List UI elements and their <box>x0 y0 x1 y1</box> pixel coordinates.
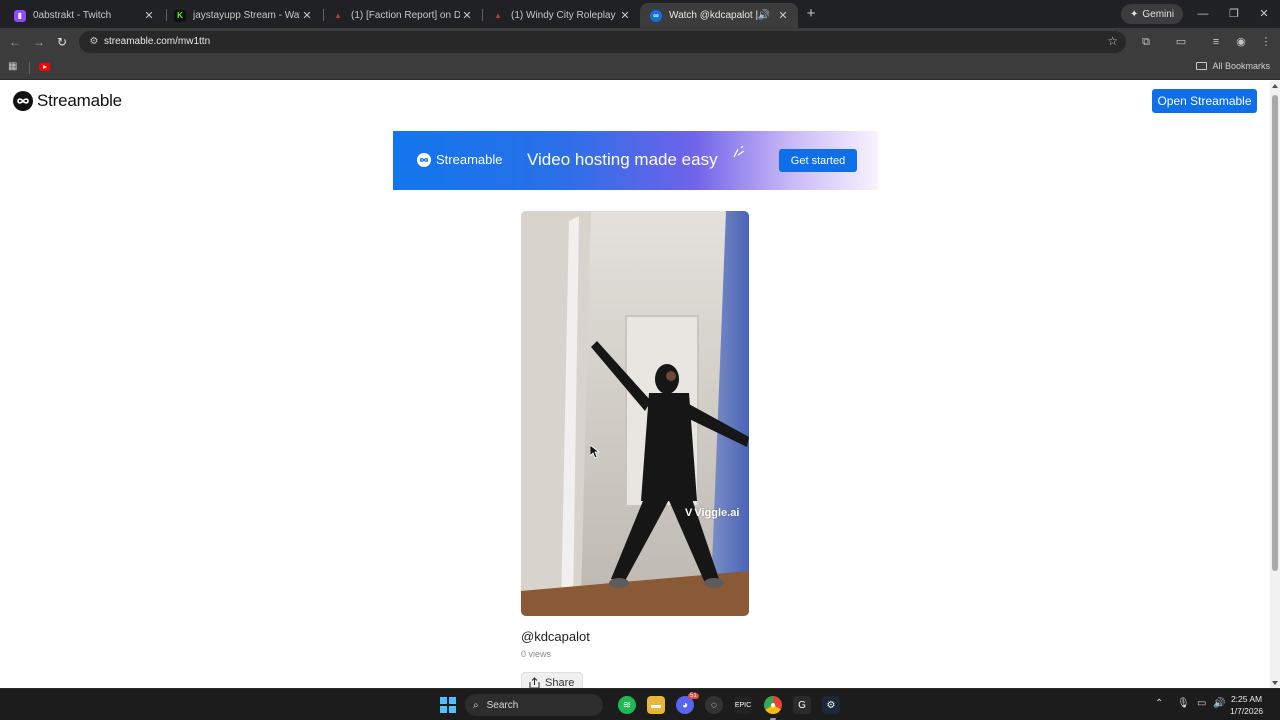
close-icon[interactable]: ✕ <box>618 9 632 23</box>
viggle-watermark: V Viggle.ai <box>685 507 739 519</box>
steam-icon[interactable]: ⚙ <box>822 696 840 714</box>
windows-taskbar: ⌕ Search ≋ ▬ ◕ 51 ◌ EPIC ● G ⚙ ⌃ 🎙 ▭ 🔊 2… <box>0 688 1280 720</box>
streamable-logo-icon <box>417 152 431 167</box>
video-player[interactable]: V Viggle.ai <box>521 211 749 616</box>
tab-title: (1) Windy City Roleplay <box>511 10 616 21</box>
video-owner[interactable]: @kdcapalot <box>521 629 590 644</box>
scroll-down-arrow[interactable] <box>1272 681 1278 685</box>
tab-strip: ▮ 0abstrakt - Twitch ✕ K jaystayupp Stre… <box>0 0 1280 28</box>
streamable-logo-icon <box>13 91 33 111</box>
tab-title: 0abstrakt - Twitch <box>33 10 112 21</box>
share-button[interactable]: Share <box>521 672 583 688</box>
more-menu-icon[interactable]: ⋮ <box>1258 34 1274 50</box>
spotify-icon[interactable]: ≋ <box>618 696 636 714</box>
tab-windy-city[interactable]: ▲ (1) Windy City Roleplay ✕ <box>482 3 640 28</box>
network-icon[interactable]: ▭ <box>1197 698 1206 709</box>
banner-logo: Streamable <box>417 152 502 167</box>
clock-date: 1/7/2026 <box>1230 706 1264 716</box>
tab-title: jaystayupp Stream - Watch Live <box>193 10 300 21</box>
browser-toolbar: ← → ↻ ⚙ streamable.com/mw1ttn ☆ ⧉ ▭ ≡ ◉ … <box>0 28 1280 56</box>
view-count: 0 views <box>521 649 552 659</box>
bookmarks-separator <box>29 62 30 74</box>
all-bookmarks-button[interactable]: All Bookmarks <box>1196 61 1270 71</box>
share-label: Share <box>545 677 575 688</box>
cast-icon[interactable]: ▭ <box>1173 34 1189 50</box>
tab-kick[interactable]: K jaystayupp Stream - Watch Live ✕ <box>164 3 322 28</box>
microphone-icon[interactable]: 🎙 <box>1177 698 1190 709</box>
file-explorer-icon[interactable]: ▬ <box>647 696 665 714</box>
reload-button[interactable]: ↻ <box>54 34 70 50</box>
viggle-logo-icon: V <box>685 507 693 519</box>
video-frame <box>521 211 749 616</box>
kick-icon: K <box>174 9 186 22</box>
taskbar-search[interactable]: ⌕ Search <box>465 694 603 716</box>
tab-streamable[interactable]: ∞ Watch @kdcapalot | Stream 🔊 ✕ <box>640 3 798 28</box>
search-icon: ⌕ <box>473 699 479 711</box>
minimize-button[interactable]: — <box>1195 6 1211 22</box>
media-icon[interactable]: ≡ <box>1208 34 1224 50</box>
sparkle-icon: ✦ <box>1130 8 1139 20</box>
page-scrollbar[interactable] <box>1270 81 1280 688</box>
speaker-icon[interactable]: 🔊 <box>758 10 770 21</box>
discord-badge: 51 <box>688 693 699 699</box>
logo-text: Streamable <box>37 91 122 110</box>
page-content: Streamable Open Streamable Streamable Vi… <box>0 81 1270 688</box>
sparkle-lines-icon <box>733 145 745 158</box>
scroll-thumb[interactable] <box>1272 95 1278 571</box>
volume-icon[interactable]: 🔊 <box>1213 698 1225 709</box>
new-tab-button[interactable]: + <box>803 6 819 22</box>
forum-icon: ▲ <box>494 11 502 20</box>
share-icon <box>529 677 540 688</box>
address-bar[interactable]: ⚙ streamable.com/mw1ttn ☆ <box>79 31 1126 53</box>
clock-time: 2:25 AM <box>1230 694 1263 704</box>
close-icon[interactable]: ✕ <box>300 9 314 23</box>
watermark-text: Viggle.ai <box>694 507 740 519</box>
forum-icon: ▲ <box>334 11 342 20</box>
search-placeholder: Search <box>486 699 519 711</box>
bookmark-star-icon[interactable]: ☆ <box>1107 34 1118 48</box>
tab-title: (1) [Faction Report] on DSG | W <box>351 10 460 21</box>
banner-tagline: Video hosting made easy <box>527 150 718 169</box>
g-hub-icon[interactable]: G <box>793 696 811 714</box>
restore-button[interactable]: ❐ <box>1226 6 1242 22</box>
banner-logo-text: Streamable <box>436 152 503 167</box>
url-text[interactable]: streamable.com/mw1ttn <box>104 36 210 47</box>
scroll-up-arrow[interactable] <box>1272 84 1278 88</box>
system-clock[interactable]: 2:25 AM 1/7/2026 <box>1230 693 1263 717</box>
tab-title: Watch @kdcapalot | Stream <box>669 10 758 21</box>
epic-games-icon[interactable]: EPIC <box>734 696 752 714</box>
back-button[interactable]: ← <box>7 34 23 50</box>
twitch-icon: ▮ <box>14 9 26 22</box>
close-icon[interactable]: ✕ <box>142 9 156 23</box>
app-icon[interactable]: ◌ <box>705 696 723 714</box>
youtube-icon[interactable] <box>39 63 50 71</box>
gemini-label: Gemini <box>1142 8 1175 20</box>
windows-start-icon[interactable] <box>440 697 456 713</box>
bookmarks-bar: ▦ All Bookmarks <box>0 56 1280 80</box>
profile-avatar-icon[interactable]: ◉ <box>1233 34 1249 50</box>
tray-overflow-icon[interactable]: ⌃ <box>1155 698 1163 709</box>
tab-twitch[interactable]: ▮ 0abstrakt - Twitch ✕ <box>4 3 164 28</box>
gemini-button[interactable]: ✦ Gemini <box>1121 4 1184 24</box>
chrome-icon[interactable]: ● <box>764 696 782 714</box>
apps-grid-icon[interactable]: ▦ <box>8 61 20 73</box>
forward-button[interactable]: → <box>31 34 47 50</box>
get-started-button[interactable]: Get started <box>779 149 857 172</box>
site-info-icon[interactable]: ⚙ <box>87 35 101 49</box>
mouse-cursor-icon <box>590 445 600 459</box>
folder-icon <box>1196 62 1208 70</box>
streamable-icon: ∞ <box>650 9 662 22</box>
all-bookmarks-label: All Bookmarks <box>1212 61 1270 71</box>
promo-banner[interactable]: Streamable Video hosting made easy Get s… <box>393 131 878 190</box>
close-icon[interactable]: ✕ <box>460 9 474 23</box>
extensions-icon[interactable]: ⧉ <box>1138 34 1154 50</box>
streamable-logo[interactable]: Streamable <box>13 91 122 111</box>
close-window-button[interactable]: ✕ <box>1256 6 1272 22</box>
tab-faction-report[interactable]: ▲ (1) [Faction Report] on DSG | W ✕ <box>322 3 482 28</box>
open-streamable-button[interactable]: Open Streamable <box>1152 89 1257 113</box>
close-icon[interactable]: ✕ <box>776 9 790 23</box>
